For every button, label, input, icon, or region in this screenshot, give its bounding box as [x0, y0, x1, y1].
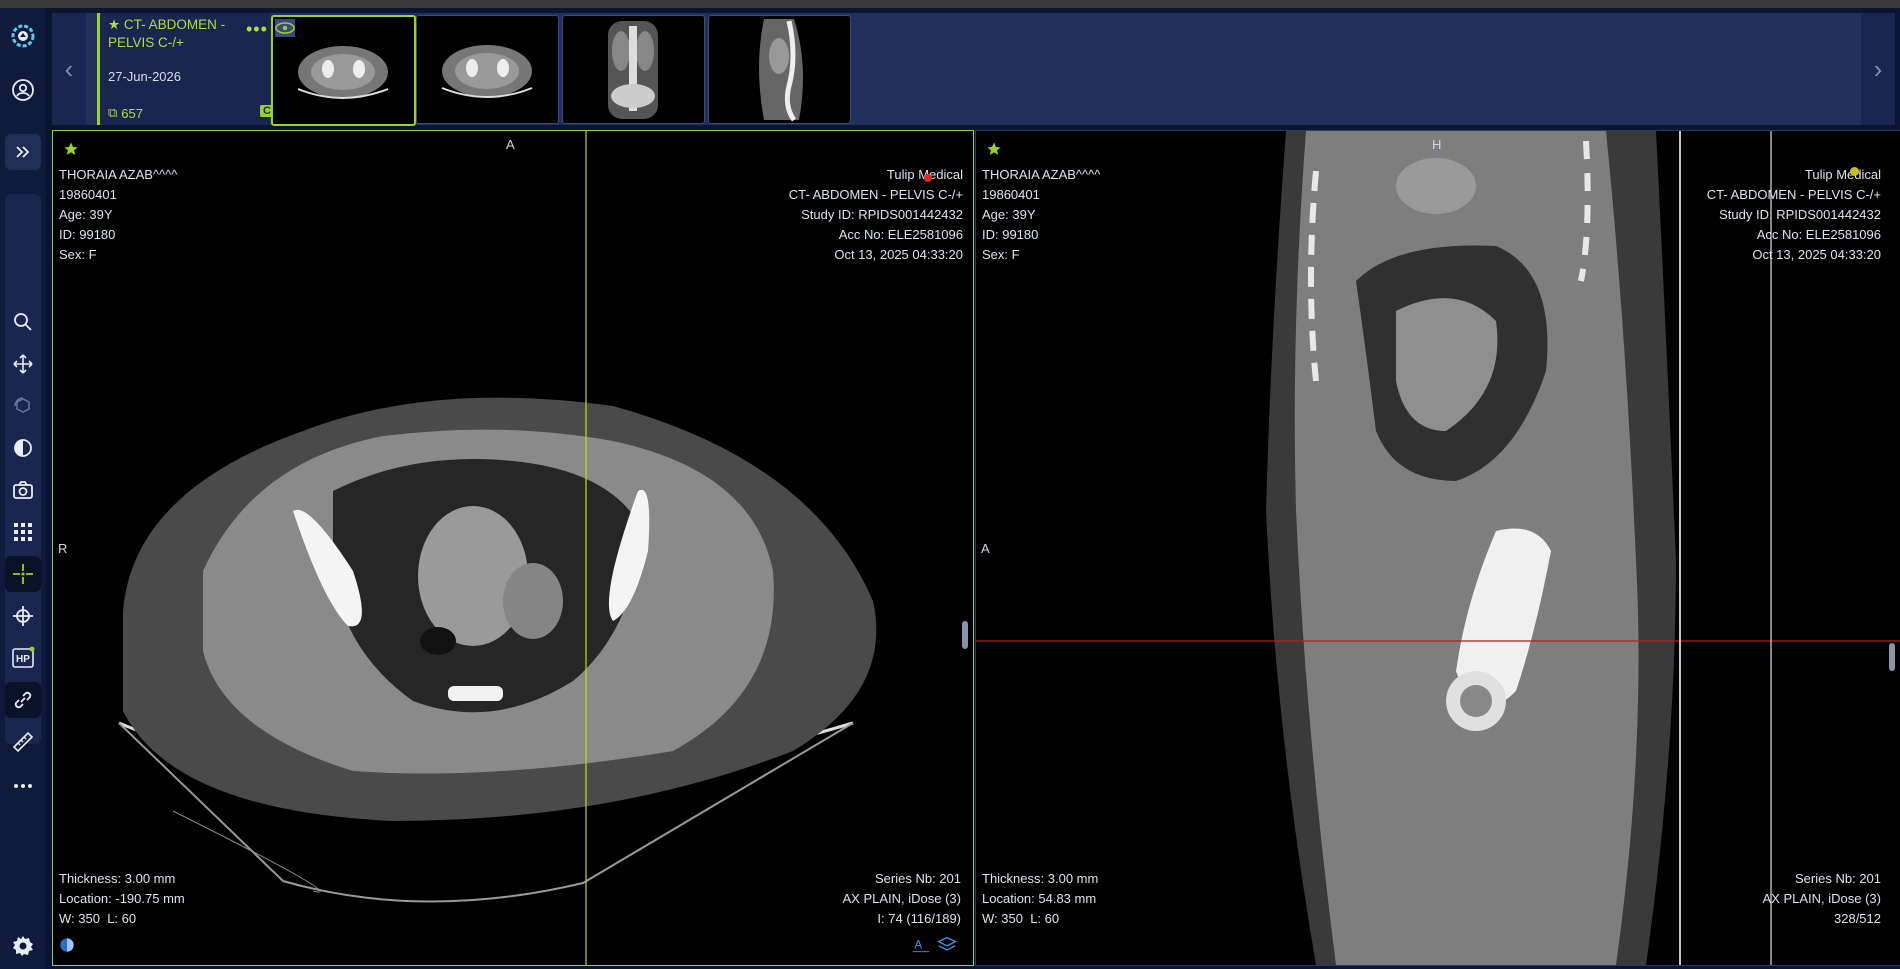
orientation-left: A [981, 541, 990, 556]
favorite-star-icon[interactable] [986, 141, 1002, 157]
patient-age: Age: 39Y [59, 207, 113, 222]
series-number: Series Nb: 201 [875, 871, 961, 886]
reference-lines-icon[interactable] [5, 598, 41, 634]
zoom-icon[interactable] [5, 304, 41, 340]
series-info-overlay: Series Nb: 201 AX PLAIN, iDose (3) 328/5… [1763, 869, 1882, 929]
patient-age: Age: 39Y [982, 207, 1036, 222]
layout-grid-icon[interactable] [5, 514, 41, 550]
favorite-star-icon[interactable] [63, 141, 79, 157]
status-dot [924, 174, 932, 182]
strip-prev-button[interactable]: ‹ [52, 13, 86, 125]
image-params-overlay: Thickness: 3.00 mm Location: -190.75 mm … [59, 869, 185, 929]
window-width: W: 350 [982, 911, 1023, 926]
layers-icon[interactable] [937, 935, 957, 955]
image-index: 328/512 [1834, 911, 1881, 926]
series-number: Series Nb: 201 [1795, 871, 1881, 886]
patient-id: ID: 99180 [982, 227, 1039, 242]
orientation-left: R [58, 541, 68, 556]
series-info-overlay: Series Nb: 201 AX PLAIN, iDose (3) I: 74… [843, 869, 962, 929]
hanging-protocol-icon[interactable]: HP [5, 640, 41, 676]
window-preset-icon[interactable] [59, 937, 75, 953]
thumbnail-sagittal[interactable] [708, 15, 851, 124]
study-card[interactable]: ★ CT- ABDOMEN - PELVIS C-/+ ••• 27-Jun-2… [97, 13, 281, 125]
window-top-bar [0, 0, 1900, 8]
crosshair-icon[interactable] [5, 556, 41, 592]
image-params-overlay: Thickness: 3.00 mm Location: 54.83 mm W:… [982, 869, 1098, 929]
tool-sidebar: HP [0, 8, 46, 969]
patient-dob: 19860401 [982, 187, 1040, 202]
rotate-3d-icon[interactable] [5, 388, 41, 424]
patient-id: ID: 99180 [59, 227, 116, 242]
study-id: Study ID: RPIDS001442432 [1719, 207, 1881, 222]
study-id: Study ID: RPIDS001442432 [801, 207, 963, 222]
viewport-axial[interactable]: A R THORAIA AZAB^^^^ 19860401 Age: 39Y I… [52, 130, 974, 966]
patient-dob: 19860401 [59, 187, 117, 202]
patient-name: THORAIA AZAB^^^^ [59, 167, 178, 182]
slice-location: Location: -190.75 mm [59, 891, 185, 906]
window-level-icon[interactable] [5, 430, 41, 466]
study-datetime: Oct 13, 2025 04:33:20 [834, 247, 963, 262]
viewport-sagittal[interactable]: H A THORAIA AZAB^^^^ 19860401 Age: 39Y I… [975, 130, 1900, 966]
slice-scrollbar[interactable] [962, 621, 968, 649]
status-dot [1850, 167, 1859, 176]
thumbnail-axial-2[interactable] [416, 15, 559, 124]
svg-text:A: A [914, 938, 922, 951]
star-icon: ★ [108, 17, 124, 32]
patient-info-overlay: THORAIA AZAB^^^^ 19860401 Age: 39Y ID: 9… [982, 165, 1100, 265]
image-count: ⧉ 657 [108, 105, 143, 121]
study-datetime: Oct 13, 2025 04:33:20 [1752, 247, 1881, 262]
slice-thickness: Thickness: 3.00 mm [59, 871, 176, 886]
accession-number: Acc No: ELE2581096 [1756, 227, 1881, 242]
window-width: W: 350 [59, 911, 100, 926]
study-menu-icon[interactable]: ••• [246, 19, 268, 40]
accession-number: Acc No: ELE2581096 [838, 227, 963, 242]
orientation-top: H [1432, 137, 1442, 152]
app-logo-icon[interactable] [5, 18, 41, 54]
patient-name: THORAIA AZAB^^^^ [982, 167, 1101, 182]
visible-eye-icon[interactable] [275, 19, 295, 37]
link-sync-icon[interactable] [5, 682, 41, 718]
slice-scrollbar[interactable] [1889, 643, 1895, 671]
thumbnail-coronal[interactable] [562, 15, 705, 124]
study-description: CT- ABDOMEN - PELVIS C-/+ [1706, 187, 1881, 202]
svg-text:HP: HP [16, 654, 30, 665]
study-description: CT- ABDOMEN - PELVIS C-/+ [788, 187, 963, 202]
slice-location: Location: 54.83 mm [982, 891, 1097, 906]
window-level: L: 60 [1030, 911, 1060, 926]
orientation-top: A [506, 137, 515, 152]
more-tools-icon[interactable] [5, 768, 41, 804]
series-description: AX PLAIN, iDose (3) [842, 891, 962, 906]
study-info-overlay: Tulip Medical CT- ABDOMEN - PELVIS C-/+ … [789, 165, 963, 265]
window-level: L: 60 [107, 911, 137, 926]
settings-gear-icon[interactable] [5, 928, 41, 964]
patient-sex: Sex: F [59, 247, 97, 262]
annotation-icon[interactable]: A [911, 935, 931, 955]
thumbnail-axial-1[interactable] [271, 15, 416, 126]
strip-next-button[interactable]: › [1861, 13, 1895, 125]
image-index: I: 74 (116/189) [877, 911, 961, 926]
study-info-overlay: Tulip Medical CT- ABDOMEN - PELVIS C-/+ … [1707, 165, 1881, 265]
user-profile-icon[interactable] [5, 72, 41, 108]
slice-thickness: Thickness: 3.00 mm [982, 871, 1099, 886]
pan-icon[interactable] [5, 346, 41, 382]
series-strip: ‹ ★ CT- ABDOMEN - PELVIS C-/+ ••• 27-Jun… [52, 13, 1895, 126]
series-description: AX PLAIN, iDose (3) [1762, 891, 1882, 906]
patient-sex: Sex: F [982, 247, 1020, 262]
expand-panel-icon[interactable] [5, 134, 41, 170]
patient-info-overlay: THORAIA AZAB^^^^ 19860401 Age: 39Y ID: 9… [59, 165, 177, 265]
study-title: ★ CT- ABDOMEN - PELVIS C-/+ [108, 17, 226, 50]
institution: Tulip Medical [886, 167, 963, 182]
camera-icon[interactable] [5, 472, 41, 508]
study-date: 27-Jun-2026 [108, 69, 181, 84]
ruler-icon[interactable] [5, 724, 41, 760]
stack-icon: ⧉ [108, 105, 118, 120]
